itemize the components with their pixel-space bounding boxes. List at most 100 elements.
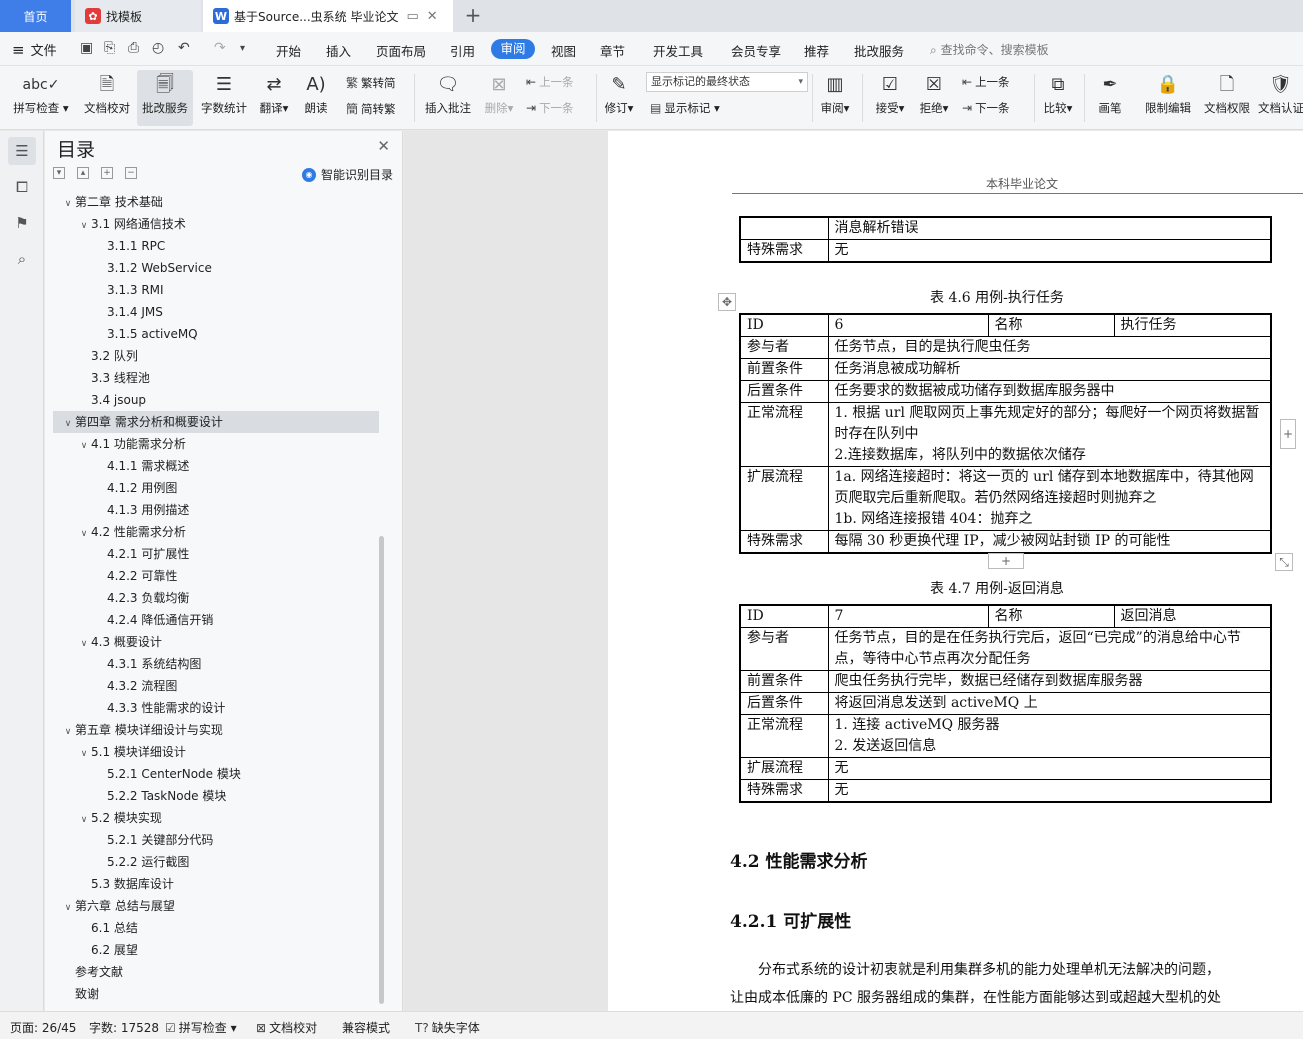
table-cell[interactable]: 后置条件 (739, 692, 829, 715)
insert-comment-button[interactable]: 🗨 插入批注 (420, 70, 476, 126)
toc-item[interactable]: 3.1.3 RMI (53, 279, 379, 301)
body-paragraph-line[interactable]: 让由成本低廉的 PC 服务器组成的集群，在性能方面能够达到或超越大型机的处 (730, 984, 1290, 1011)
close-icon[interactable]: ✕ (377, 137, 390, 155)
review-pane-button[interactable]: ▥ 审阅▾ (816, 70, 854, 126)
undo-icon[interactable]: ↶ (178, 40, 190, 56)
toc-item[interactable]: 6.1 总结 (53, 917, 379, 939)
table-prev[interactable]: 消息解析错误 特殊需求 无 (739, 216, 1272, 263)
toc-icon[interactable]: ☰ (8, 137, 36, 165)
table-cell[interactable]: 1. 连接 activeMQ 服务器 2. 发送返回信息 (827, 714, 1272, 758)
toc-item[interactable]: ∨ 第五章 模块详细设计与实现 (53, 719, 379, 741)
delete-comment-button[interactable]: ⊠ 删除▾ (480, 70, 518, 126)
word-count-indicator[interactable]: 字数: 17528 (89, 1019, 159, 1036)
table-cell[interactable]: 每隔 30 秒更换代理 IP，减少被网站封锁 IP 的可能性 (827, 530, 1272, 554)
chevron-down-icon[interactable]: ∨ (61, 897, 75, 919)
doc-cert-button[interactable]: 🛡 文档认证 (1258, 70, 1303, 126)
chevron-down-icon[interactable]: ∨ (61, 413, 75, 435)
toc-item[interactable]: 5.2.2 运行截图 (53, 851, 379, 873)
table-cell[interactable]: 名称 (987, 313, 1115, 337)
bookmark-icon[interactable]: ⚑ (8, 209, 36, 237)
chevron-down-icon[interactable]: ∨ (77, 743, 91, 765)
toc-item[interactable]: 5.2.1 关键部分代码 (53, 829, 379, 851)
table-cell[interactable]: 扩展流程 (739, 757, 829, 780)
chevron-down-icon[interactable]: ∨ (77, 523, 91, 545)
toc-item[interactable]: 4.2.2 可靠性 (53, 565, 379, 587)
tab-document[interactable]: W 基于Source...虫系统 毕业论文 ▭ ✕ (203, 0, 453, 32)
menu-revise-service[interactable]: 批改服务 (854, 41, 904, 60)
next-change-button[interactable]: ⇥ 下一条 (962, 100, 1010, 116)
toc-item[interactable]: 4.2.4 降低通信开销 (53, 609, 379, 631)
table-cell[interactable]: 7 (827, 604, 989, 628)
toc-item[interactable]: 4.3.3 性能需求的设计 (53, 697, 379, 719)
body-paragraph-line[interactable]: 分布式系统的设计初衷就是利用集群多机的能力处理单机无法解决的问题， (730, 956, 1290, 984)
table-cell[interactable]: 无 (827, 779, 1272, 803)
table-cell[interactable]: 1. 根据 url 爬取网页上事先规定好的部分；每爬好一个网页将数据暂时存在队列… (827, 402, 1272, 467)
status-missing-font[interactable]: T? 缺失字体 (415, 1019, 480, 1036)
next-comment-button[interactable]: ⇥ 下一条 (526, 100, 574, 116)
menu-view[interactable]: 视图 (551, 41, 576, 60)
print-icon[interactable]: ⎙ (128, 40, 139, 56)
screen-icon[interactable]: ▭ (406, 9, 418, 24)
toc-item[interactable]: 3.1.1 RPC (53, 235, 379, 257)
table-cell[interactable]: 前置条件 (739, 358, 829, 381)
toc-item[interactable]: 3.3 线程池 (53, 367, 379, 389)
spell-check-button[interactable]: abc✓ 拼写检查 ▾ (8, 70, 74, 126)
menu-references[interactable]: 引用 (450, 41, 475, 60)
toc-item[interactable]: 4.2.1 可扩展性 (53, 543, 379, 565)
table-use-case-execute-task[interactable]: ID 6 名称 执行任务 参与者 任务节点，目的是执行爬虫任务 前置条件 任务消息被成… (739, 313, 1272, 554)
reject-button[interactable]: ☒ 拒绝▾ (914, 70, 954, 126)
table-cell[interactable] (739, 216, 829, 240)
table-cell[interactable]: 特殊需求 (739, 779, 829, 803)
move-table-icon[interactable]: ✥ (718, 293, 736, 311)
restrict-edit-button[interactable]: 🔒 限制编辑 (1140, 70, 1196, 126)
toc-item[interactable]: 5.3 数据库设计 (53, 873, 379, 895)
table-cell[interactable]: ID (739, 604, 829, 628)
toc-item[interactable]: ∨ 4.3 概要设计 (53, 631, 379, 653)
toc-scrollbar[interactable] (379, 536, 384, 1004)
toc-item[interactable]: 3.1.2 WebService (53, 257, 379, 279)
pen-button[interactable]: ✒ 画笔 (1090, 70, 1130, 126)
toc-item[interactable]: 参考文献 (53, 961, 379, 983)
smart-toc-button[interactable]: ◉ 智能识别目录 (302, 166, 393, 183)
collapse-all-icon[interactable]: ▾ (53, 167, 65, 179)
toc-item[interactable]: ∨ 4.1 功能需求分析 (53, 433, 379, 455)
doc-permission-button[interactable]: 🗋 文档权限 (1200, 70, 1254, 126)
toc-item[interactable]: ∨ 4.2 性能需求分析 (53, 521, 379, 543)
read-aloud-button[interactable]: A) 朗读 (298, 70, 334, 126)
compare-button[interactable]: ⧉ 比较▾ (1038, 70, 1078, 126)
export-icon[interactable]: ⎘ (104, 40, 115, 56)
print-preview-icon[interactable]: ◴ (152, 40, 164, 56)
close-icon[interactable]: ✕ (427, 9, 438, 24)
table-cell[interactable]: 特殊需求 (739, 239, 829, 263)
redo-icon[interactable]: ↷ (214, 40, 226, 56)
table-cell[interactable]: 任务要求的数据被成功储存到数据库服务器中 (827, 380, 1272, 403)
table-cell[interactable]: 消息解析错误 (827, 216, 1272, 240)
menu-page-layout[interactable]: 页面布局 (376, 41, 426, 60)
table-cell[interactable]: 名称 (987, 604, 1115, 628)
chevron-down-icon[interactable]: ∨ (61, 193, 75, 215)
chevron-down-icon[interactable]: ∨ (77, 809, 91, 831)
table-cell[interactable]: 1a. 网络连接超时：将这一页的 url 储存到本地数据库中，待其他网页爬取完后… (827, 466, 1272, 531)
toc-item[interactable]: 4.1.1 需求概述 (53, 455, 379, 477)
table-cell[interactable]: 执行任务 (1113, 313, 1272, 337)
menu-member[interactable]: 会员专享 (731, 41, 781, 60)
table-cell[interactable]: 正常流程 (739, 714, 829, 758)
toc-item[interactable]: ∨ 第四章 需求分析和概要设计 (53, 411, 379, 433)
add-heading-icon[interactable]: + (101, 167, 113, 179)
menu-insert[interactable]: 插入 (326, 41, 351, 60)
menu-recommend[interactable]: 推荐 (804, 41, 829, 60)
tab-templates[interactable]: ✿ 找模板 (75, 0, 201, 32)
table-cell[interactable]: 无 (827, 757, 1272, 780)
save-icon[interactable]: ▣ (80, 40, 93, 56)
resize-table-icon[interactable]: ⤡ (1275, 553, 1293, 571)
track-changes-button[interactable]: ✎ 修订▾ (600, 70, 638, 126)
word-count-button[interactable]: ☰ 字数统计 (196, 70, 252, 126)
table-cell[interactable]: ID (739, 313, 829, 337)
translate-button[interactable]: ⇄ 翻译▾ (256, 70, 292, 126)
doc-proof-button[interactable]: 🗎 文档校对 (78, 70, 136, 126)
toc-item[interactable]: 4.3.1 系统结构图 (53, 653, 379, 675)
revise-service-button[interactable]: 🗐 批改服务 (137, 70, 193, 126)
toc-item[interactable]: 4.1.2 用例图 (53, 477, 379, 499)
chevron-down-icon[interactable]: ∨ (77, 215, 91, 237)
toc-item[interactable]: 3.1.5 activeMQ (53, 323, 379, 345)
